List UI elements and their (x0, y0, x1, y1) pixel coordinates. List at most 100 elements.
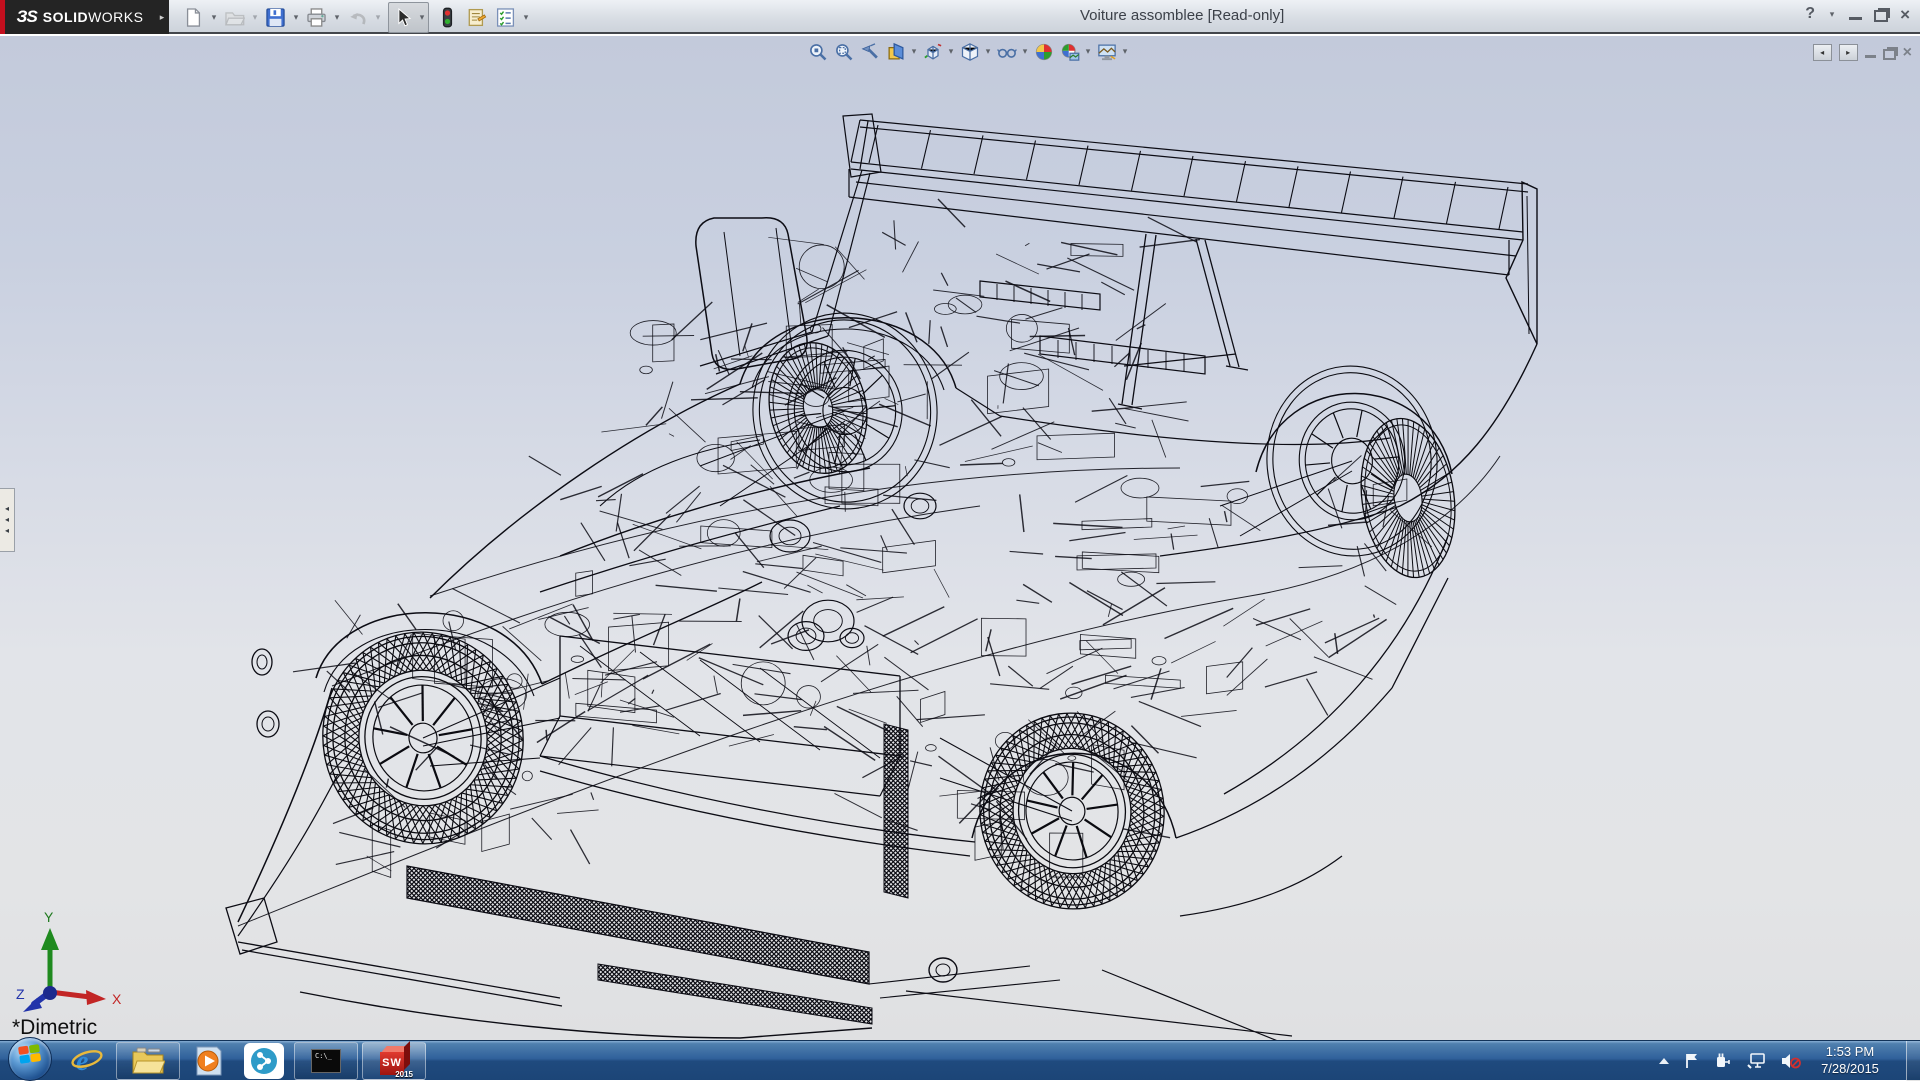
action-center-flag-icon[interactable] (1683, 1052, 1701, 1070)
zoom-to-area-icon (834, 42, 854, 62)
help-caret[interactable]: ▾ (1827, 9, 1837, 20)
zoom-to-fit-icon (808, 42, 828, 62)
menu-flyout-tab[interactable]: ▸ (155, 0, 169, 34)
taskbar-internet-explorer[interactable]: e (66, 1042, 108, 1080)
pane-next-button[interactable]: ▸ (1839, 44, 1858, 61)
view-settings-icon (1097, 42, 1117, 62)
open-document-icon (224, 7, 245, 28)
power-plug-icon[interactable] (1714, 1052, 1734, 1070)
apply-scene-caret[interactable]: ▾ (1083, 46, 1093, 57)
solidworks-wordmark: SOLIDWORKS (43, 9, 144, 25)
car-wireframe-model (0, 36, 1920, 1040)
triad-z-label: Z (16, 986, 25, 1002)
clock-time: 1:53 PM (1806, 1043, 1894, 1060)
standard-toolbar: ▾ ▾ ▾ ▾ ▾ ▾ ▾ (180, 0, 531, 34)
collapse-arrow-icon: ◂ (5, 505, 9, 513)
taskbar-media-player[interactable] (188, 1042, 230, 1080)
collapse-arrow-icon: ◂ (5, 527, 9, 535)
show-desktop-button[interactable] (1906, 1041, 1920, 1081)
hide-show-items-button[interactable] (994, 39, 1019, 64)
hide-show-items-icon (997, 42, 1017, 62)
undo-caret[interactable]: ▾ (373, 12, 383, 23)
print-caret[interactable]: ▾ (332, 12, 342, 23)
hide-show-items-caret[interactable]: ▾ (1020, 46, 1030, 57)
rear-right-hub (1351, 412, 1464, 583)
view-orientation-button[interactable] (920, 39, 945, 64)
document-minimize-button[interactable] (1865, 55, 1876, 58)
save-icon (265, 7, 286, 28)
taskbar-solidworks[interactable]: SW 2015 (362, 1042, 426, 1080)
pane-previous-button[interactable]: ◂ (1813, 44, 1832, 61)
taskbar-command-prompt[interactable]: C:\_ (294, 1042, 358, 1080)
document-close-button[interactable]: × (1903, 45, 1912, 61)
windows-taskbar: e C:\_ (0, 1040, 1920, 1080)
zoom-to-area-button[interactable] (831, 39, 856, 64)
undo-icon (347, 7, 368, 28)
open-document-caret[interactable]: ▾ (250, 12, 260, 23)
minimize-button[interactable] (1849, 17, 1862, 20)
view-settings-button[interactable] (1094, 39, 1119, 64)
select-tool-button[interactable] (390, 4, 417, 31)
new-document-button[interactable] (180, 4, 207, 31)
volume-muted-icon[interactable] (1780, 1052, 1802, 1070)
edit-appearance-icon (1034, 42, 1054, 62)
app-titlebar: ЗS SOLIDWORKS ▸ ▾ ▾ ▾ ▾ ▾ ▾ (0, 0, 1920, 34)
print-icon (306, 7, 327, 28)
taskbar-windows-explorer[interactable] (116, 1042, 180, 1080)
restore-button[interactable] (1874, 10, 1888, 22)
options-caret[interactable]: ▾ (521, 12, 531, 23)
file-properties-button[interactable] (463, 4, 490, 31)
svg-text:e: e (76, 1046, 88, 1077)
undo-button[interactable] (344, 4, 371, 31)
windows-flag-icon (18, 1046, 29, 1055)
start-button[interactable] (8, 1037, 52, 1081)
ds-logo-mark: ЗS (17, 7, 37, 27)
solidworks-2015-icon: SW 2015 (379, 1046, 409, 1076)
new-document-caret[interactable]: ▾ (209, 12, 219, 23)
options-button[interactable] (492, 4, 519, 31)
apply-scene-button[interactable] (1057, 39, 1082, 64)
save-button[interactable] (262, 4, 289, 31)
open-document-button[interactable] (221, 4, 248, 31)
share-app-icon (249, 1046, 279, 1076)
select-arrow-icon (393, 7, 414, 28)
new-document-icon (183, 7, 204, 28)
close-button[interactable]: × (1900, 6, 1910, 23)
triad-x-label: X (112, 991, 122, 1007)
document-restore-button[interactable] (1883, 49, 1896, 60)
help-button[interactable]: ? (1805, 5, 1815, 23)
zoom-to-fit-button[interactable] (805, 39, 830, 64)
taskbar-clock[interactable]: 1:53 PM 7/28/2015 (1806, 1043, 1894, 1077)
system-tray (1658, 1041, 1802, 1081)
display-style-button[interactable] (957, 39, 982, 64)
taskbar-share-app[interactable] (244, 1043, 284, 1079)
save-caret[interactable]: ▾ (291, 12, 301, 23)
network-icon[interactable] (1747, 1052, 1767, 1070)
show-hidden-icons-button[interactable] (1658, 1056, 1670, 1066)
apply-scene-icon (1060, 42, 1080, 62)
windows-explorer-icon (131, 1046, 165, 1076)
media-player-icon (192, 1044, 226, 1078)
solidworks-logo: ЗS SOLIDWORKS (5, 0, 155, 34)
graphics-viewport[interactable]: ▾ ▾ ▾ ▾ ▾ ▾ ◂ ▸ × ◂ ◂ ◂ (0, 36, 1920, 1040)
rebuild-button[interactable] (434, 4, 461, 31)
edit-appearance-button[interactable] (1031, 39, 1056, 64)
view-orientation-label: *Dimetric (12, 1016, 97, 1040)
document-window-controls: ◂ ▸ × (1813, 44, 1912, 61)
featuremanager-collapse-tab[interactable]: ◂ ◂ ◂ (0, 488, 15, 552)
file-properties-icon (466, 7, 487, 28)
select-tool-caret[interactable]: ▾ (417, 12, 427, 23)
previous-view-icon (860, 42, 880, 62)
display-style-caret[interactable]: ▾ (983, 46, 993, 57)
internet-explorer-icon: e (70, 1044, 104, 1078)
previous-view-button[interactable] (857, 39, 882, 64)
section-view-button[interactable] (883, 39, 908, 64)
section-view-icon (886, 42, 906, 62)
window-controls: ? ▾ × (1805, 5, 1910, 23)
print-button[interactable] (303, 4, 330, 31)
headsup-view-toolbar: ▾ ▾ ▾ ▾ ▾ ▾ (805, 39, 1130, 64)
triad-y-label: Y (44, 909, 54, 925)
section-view-caret[interactable]: ▾ (909, 46, 919, 57)
view-orientation-caret[interactable]: ▾ (946, 46, 956, 57)
view-settings-caret[interactable]: ▾ (1120, 46, 1130, 57)
